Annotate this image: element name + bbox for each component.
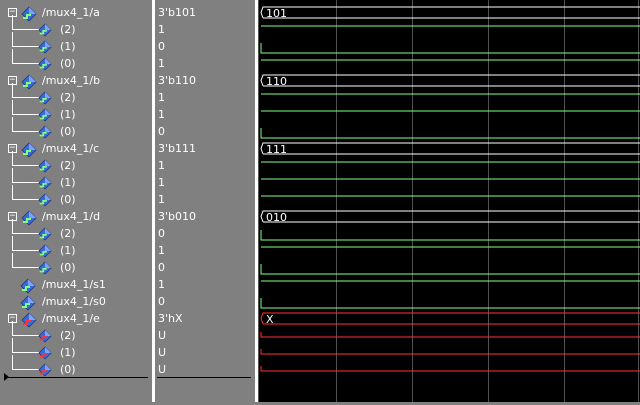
- signal-value-pane: 3'b101 1 0 1 3'b110 1 1 0 3'b111 1 1 1 3'b010 0 1 0 1 0 3'…: [155, 0, 255, 402]
- tree-connector: [12, 168, 39, 183]
- tree-connector: [12, 321, 39, 336]
- bit-value: 1: [158, 176, 165, 189]
- bit-value: 1: [158, 193, 165, 206]
- waveform-canvas: 101 110 111 010 X: [258, 0, 640, 402]
- tree-connector: [12, 185, 39, 200]
- signal-name: /mux4_1/d: [42, 210, 101, 223]
- bit-waveform: [260, 128, 640, 139]
- bus-waveform: 111: [260, 142, 640, 156]
- bit-row[interactable]: (0): [0, 253, 152, 276]
- tree-connector: [12, 219, 39, 234]
- bit-value: 0: [158, 125, 165, 138]
- bit-name: (2): [60, 91, 76, 104]
- bus-value-label: 101: [266, 7, 287, 20]
- bit-name: (1): [60, 40, 76, 53]
- bit-value: U: [158, 346, 167, 359]
- signal-name: /mux4_1/b: [42, 74, 101, 87]
- signal-row[interactable]: /mux4_1/s1: [0, 276, 152, 294]
- bit-name: (2): [60, 23, 76, 36]
- bit-row[interactable]: (0): [0, 185, 152, 208]
- signal-value: 3'b010: [158, 210, 197, 223]
- bus-value-label: 111: [266, 143, 287, 156]
- signal-value: 1: [158, 278, 165, 291]
- bit-waveform: [260, 332, 640, 338]
- tree-connector: [12, 151, 39, 166]
- signal-value: 3'hX: [158, 312, 183, 325]
- signal-name: /mux4_1/s0: [42, 295, 106, 308]
- bit-value: 1: [158, 108, 165, 121]
- bus-waveform: 010: [260, 210, 640, 224]
- waveform-pane[interactable]: 101 110 111 010 X: [258, 0, 640, 402]
- tree-connector: [12, 236, 39, 251]
- tree-connector: [12, 49, 39, 64]
- signal-name: /mux4_1/s1: [42, 278, 106, 291]
- bit-row[interactable]: (0): [0, 117, 152, 140]
- tree-connector: [12, 83, 39, 98]
- tree-connector: [12, 32, 39, 47]
- bit-value: U: [158, 329, 167, 342]
- bit-row[interactable]: (0): [0, 49, 152, 72]
- bit-waveform: [260, 349, 640, 355]
- bit-row[interactable]: (0): [0, 355, 152, 378]
- bit-name: (2): [60, 227, 76, 240]
- signal-value: 3'b101: [158, 6, 197, 19]
- tree-connector: [12, 100, 39, 115]
- tree-connector: [12, 355, 39, 370]
- bit-name: (0): [60, 363, 76, 376]
- list-end-marker: [4, 377, 148, 378]
- signal-value: 3'b110: [158, 74, 197, 87]
- bit-waveform: [260, 366, 640, 372]
- bus-waveform: 110: [260, 74, 640, 88]
- tree-connector: [12, 15, 39, 30]
- signal-value: 3'b111: [158, 142, 197, 155]
- signal-name: /mux4_1/e: [42, 312, 100, 325]
- bit-name: (0): [60, 57, 76, 70]
- bit-value: 0: [158, 40, 165, 53]
- bit-value: 1: [158, 57, 165, 70]
- cursor-arrow-icon: [4, 373, 9, 381]
- signal-name: /mux4_1/a: [42, 6, 100, 19]
- bit-value: U: [158, 363, 167, 376]
- bit-name: (1): [60, 108, 76, 121]
- bit-name: (0): [60, 125, 76, 138]
- bit-value: 0: [158, 227, 165, 240]
- bit-waveform: [260, 43, 640, 54]
- bit-name: (2): [60, 329, 76, 342]
- bus-value-label: X: [266, 313, 274, 326]
- bit-value: 1: [158, 23, 165, 36]
- bit-waveform: [260, 230, 640, 241]
- bit-name: (0): [60, 261, 76, 274]
- signal-name-pane: − /mux4_1/a (2) (1) (0) − /mux4_1/b (2) (…: [0, 0, 152, 402]
- bit-name: (1): [60, 176, 76, 189]
- bus-waveform: 101: [260, 6, 640, 20]
- bit-value: 1: [158, 244, 165, 257]
- list-end-marker: [157, 377, 251, 378]
- signal-value: 0: [158, 295, 165, 308]
- bit-name: (1): [60, 244, 76, 257]
- tree-connector: [12, 117, 39, 132]
- bit-waveform: [260, 298, 640, 309]
- signal-row[interactable]: /mux4_1/s0: [0, 293, 152, 311]
- bit-value: 1: [158, 91, 165, 104]
- bit-value: 1: [158, 159, 165, 172]
- bit-value: 0: [158, 261, 165, 274]
- bit-name: (2): [60, 159, 76, 172]
- tree-connector: [12, 253, 39, 268]
- bit-waveform: [260, 264, 640, 275]
- bus-value-label: 110: [266, 75, 287, 88]
- bus-waveform: X: [260, 312, 640, 326]
- signal-name: /mux4_1/c: [42, 142, 100, 155]
- bit-name: (1): [60, 346, 76, 359]
- bit-name: (0): [60, 193, 76, 206]
- tree-connector: [12, 338, 39, 353]
- bus-value-label: 010: [266, 211, 287, 224]
